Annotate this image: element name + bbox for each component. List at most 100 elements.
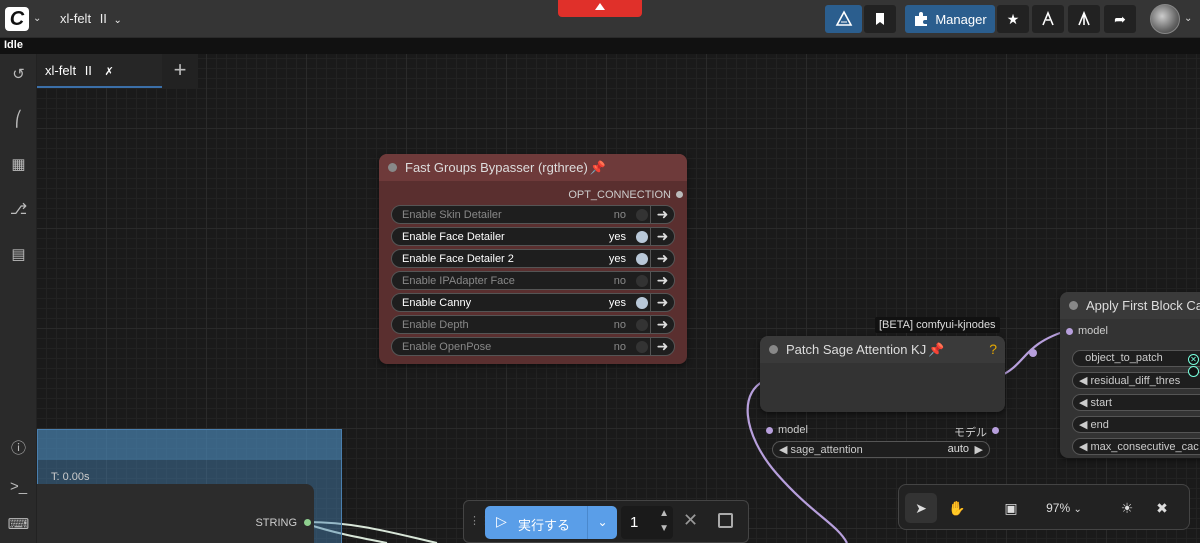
node-title-bar[interactable]: Patch Sage Attention KJ 📌 ?	[760, 336, 1005, 363]
batch-count-input[interactable]: 1 ▲ ▼	[621, 506, 673, 539]
string-output-node[interactable]: STRING	[37, 484, 314, 543]
fast-groups-bypasser-node[interactable]: Fast Groups Bypasser (rgthree) 📌 OPT_CONN…	[379, 154, 687, 364]
logo-menu-chevron-icon[interactable]: ⌄	[33, 13, 41, 24]
user-avatar[interactable]	[1150, 4, 1180, 34]
model-output-socket[interactable]	[992, 427, 999, 434]
status-bar: Idle	[0, 38, 1200, 54]
toggle-knob-icon[interactable]	[636, 297, 648, 309]
toggle-label: Enable OpenPose	[402, 341, 492, 353]
group-toggle-row[interactable]: Enable OpenPose no ➜	[391, 337, 675, 356]
block-cache-widget[interactable]: object_to_patch	[1072, 350, 1200, 367]
help-icon[interactable]: ?	[989, 341, 997, 357]
bookmark-icon	[876, 13, 884, 25]
node-library-icon[interactable]: ⎛	[0, 105, 37, 135]
workflow-marker: II	[99, 11, 107, 26]
collapse-dot-icon[interactable]	[769, 345, 778, 354]
close-circle-icon[interactable]: ✕	[1188, 354, 1199, 365]
queue-indicator-tab[interactable]	[558, 0, 642, 17]
star-icon: ★	[1006, 10, 1020, 27]
increment-icon[interactable]: ▲	[659, 508, 669, 519]
lightbulb-icon[interactable]: ☀	[1111, 493, 1143, 523]
run-mode-chevron-icon[interactable]: ⌄	[587, 506, 617, 539]
model-input-socket[interactable]	[1066, 328, 1073, 335]
manager-button[interactable]: Manager	[905, 5, 995, 33]
go-to-group-arrow-icon[interactable]: ➜	[650, 293, 674, 312]
node-title: Apply First Block Ca	[1086, 298, 1200, 313]
group-toggle-row[interactable]: Enable Skin Detailer no ➜	[391, 205, 675, 224]
toggle-knob-icon[interactable]	[636, 209, 648, 221]
group-toggle-row[interactable]: Enable Face Detailer yes ➜	[391, 227, 675, 246]
apply-first-block-cache-node[interactable]: Apply First Block Ca model object_to_pat…	[1060, 292, 1200, 458]
go-to-group-arrow-icon[interactable]: ➜	[650, 227, 674, 246]
block-cache-widget[interactable]: ◀ end	[1072, 416, 1200, 433]
node-tool-button[interactable]	[1032, 5, 1064, 33]
comfy-logo-icon[interactable]: C	[5, 7, 29, 31]
zoom-level-dropdown[interactable]: 97% ⌄	[1034, 493, 1094, 523]
workflow-tab[interactable]: xl-felt II ✗	[37, 54, 162, 88]
toggle-knob-icon[interactable]	[636, 231, 648, 243]
node-tool-2-button[interactable]	[1068, 5, 1100, 33]
group-toggle-row[interactable]: Enable IPAdapter Face no ➜	[391, 271, 675, 290]
collapse-dot-icon[interactable]	[1069, 301, 1078, 310]
new-tab-button[interactable]: +	[162, 54, 198, 88]
node-title-bar[interactable]: Fast Groups Bypasser (rgthree) 📌	[379, 154, 687, 181]
go-to-group-arrow-icon[interactable]: ➜	[650, 337, 674, 356]
group-toggle-row[interactable]: Enable Depth no ➜	[391, 315, 675, 334]
string-output-label: STRING	[255, 517, 297, 529]
group-toggle-row[interactable]: Enable Canny yes ➜	[391, 293, 675, 312]
hide-links-icon[interactable]: ✖	[1146, 493, 1178, 523]
puzzle-icon	[915, 12, 928, 26]
keyboard-icon[interactable]: ⌨	[0, 510, 37, 540]
select-tool-icon[interactable]: ➤	[905, 493, 937, 523]
execution-time: T: 0.00s	[51, 471, 90, 483]
go-to-group-arrow-icon[interactable]: ➜	[650, 205, 674, 224]
block-cache-widget[interactable]: ◀ max_consecutive_cac	[1072, 438, 1200, 455]
workflows-icon[interactable]: ⎇	[0, 195, 37, 225]
stop-square-icon[interactable]	[718, 513, 733, 528]
hand-tool-icon[interactable]: ✋	[941, 493, 973, 523]
run-button[interactable]: ▷ 実行する ⌄	[485, 506, 617, 539]
toggle-knob-icon[interactable]	[636, 341, 648, 353]
group-title-bar[interactable]	[38, 430, 341, 460]
workflow-title[interactable]: xl-felt II ⌄	[60, 11, 122, 26]
bookmark-button[interactable]	[864, 5, 896, 33]
output-socket[interactable]	[676, 191, 683, 198]
toggle-knob-icon[interactable]	[636, 275, 648, 287]
model-library-icon[interactable]: ▦	[0, 150, 37, 180]
group-toggle-row[interactable]: Enable Face Detailer 2 yes ➜	[391, 249, 675, 268]
go-to-group-arrow-icon[interactable]: ➜	[650, 249, 674, 268]
reroute-dot[interactable]	[1029, 349, 1037, 357]
workflow-chevron-icon[interactable]: ⌄	[114, 15, 122, 26]
node-title-bar[interactable]: Apply First Block Ca	[1060, 292, 1200, 319]
tab-close-icon[interactable]: ✗	[105, 66, 114, 78]
target-circle-icon[interactable]	[1188, 366, 1199, 377]
toggle-label: Enable Face Detailer	[402, 231, 505, 243]
decrement-icon[interactable]: ▼	[659, 523, 669, 534]
go-to-group-arrow-icon[interactable]: ➜	[650, 271, 674, 290]
star-button[interactable]: ★	[997, 5, 1029, 33]
go-to-group-arrow-icon[interactable]: ➜	[650, 315, 674, 334]
widget-label: residual_diff_thres	[1090, 375, 1181, 387]
sage-attention-combo[interactable]: ◀ sage_attention auto ▶	[772, 441, 990, 458]
templates-icon[interactable]: ▤	[0, 240, 37, 270]
history-icon[interactable]: ↺	[0, 60, 37, 90]
fit-view-icon[interactable]: ▣	[995, 493, 1027, 523]
help-icon[interactable]: ⓘ	[0, 434, 37, 464]
model-input-label: model	[778, 424, 808, 436]
terminal-icon[interactable]: >_	[0, 472, 37, 502]
cancel-icon[interactable]: ✕	[683, 510, 698, 531]
crystools-button[interactable]	[825, 5, 862, 33]
share-button[interactable]: ➦	[1104, 5, 1136, 33]
user-menu-chevron-icon[interactable]: ⌄	[1184, 13, 1192, 24]
block-cache-widget[interactable]: ◀ residual_diff_thres	[1072, 372, 1200, 389]
block-cache-widget[interactable]: ◀ start	[1072, 394, 1200, 411]
patch-sage-attention-node[interactable]: Patch Sage Attention KJ 📌 ? model モデル ◀ s…	[760, 336, 1005, 458]
graph-canvas[interactable]: xl-felt II ✗ + Fast Groups Bypasser (rgt…	[37, 54, 1200, 543]
model-input-socket[interactable]	[766, 427, 773, 434]
collapse-dot-icon[interactable]	[388, 163, 397, 172]
string-output-socket[interactable]	[304, 519, 311, 526]
zoom-value: 97%	[1046, 501, 1071, 515]
combo-value: auto	[947, 443, 969, 455]
toggle-knob-icon[interactable]	[636, 253, 648, 265]
toggle-knob-icon[interactable]	[636, 319, 648, 331]
